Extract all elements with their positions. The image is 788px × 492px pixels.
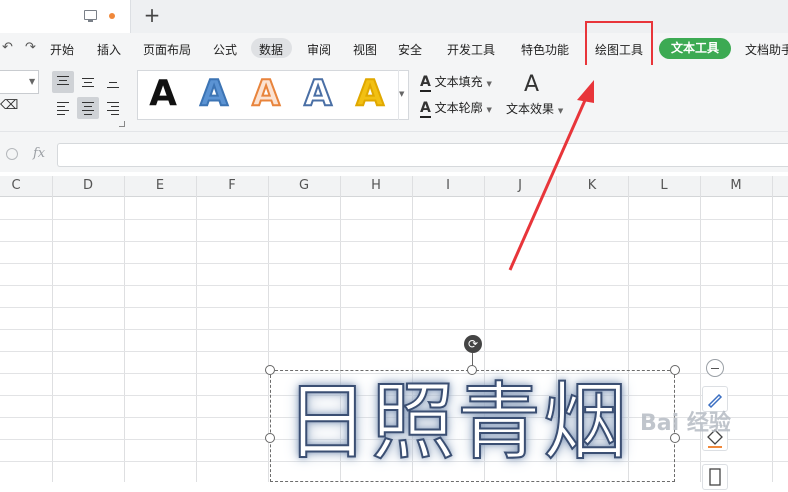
annotation-highlight-box	[585, 21, 653, 68]
text-fill-icon: A	[420, 74, 431, 92]
text-fill-label: 文本填充	[434, 75, 483, 89]
align-center-icon[interactable]	[77, 97, 99, 119]
chevron-down-icon: ▼	[486, 106, 492, 114]
formula-input[interactable]	[57, 143, 788, 167]
menu-item-page-layout[interactable]: 页面布局	[143, 41, 191, 59]
menu-item-start[interactable]: 开始	[50, 41, 74, 59]
row-gridline	[0, 241, 788, 242]
wordart-style-2[interactable]: A	[194, 73, 234, 115]
text-effect-button[interactable]: 文本效果 ▼	[506, 100, 563, 118]
align-right-icon[interactable]	[102, 97, 124, 119]
column-header[interactable]: H	[340, 176, 412, 196]
column-header[interactable]: L	[628, 176, 700, 196]
watermark-logo: Bai 经验	[640, 411, 731, 436]
align-top-icon[interactable]	[52, 71, 74, 93]
chevron-down-icon: ▼	[29, 77, 36, 86]
menu-item-insert[interactable]: 插入	[97, 41, 121, 59]
column-header[interactable]: K	[556, 176, 628, 196]
new-tab-plus-icon[interactable]: +	[143, 4, 161, 26]
rotate-icon[interactable]: ⟳	[464, 335, 482, 353]
textbox-selection-frame[interactable]	[270, 370, 675, 482]
menu-item-doc-assistant[interactable]: 文档助手	[745, 41, 788, 59]
column-header[interactable]: J	[484, 176, 556, 196]
menu-item-security[interactable]: 安全	[398, 41, 422, 59]
wordart-style-4[interactable]: A	[298, 73, 338, 115]
menu-item-view[interactable]: 视图	[353, 41, 377, 59]
shape-outline-button[interactable]	[702, 464, 728, 490]
resize-handle-top-right[interactable]	[670, 365, 680, 375]
text-effect-icon[interactable]: A	[524, 72, 539, 97]
column-header[interactable]: C	[0, 176, 52, 196]
menu-item-developer[interactable]: 开发工具	[447, 41, 495, 59]
zoom-icon[interactable]	[6, 148, 18, 160]
menu-item-formula[interactable]: 公式	[213, 41, 237, 59]
eraser-icon[interactable]: ⌫	[0, 99, 18, 112]
undo-icon[interactable]: ↶	[2, 40, 13, 55]
text-outline-label: 文本轮廓	[434, 101, 483, 115]
wordart-style-1[interactable]: A	[143, 74, 183, 114]
column-header[interactable]: G	[268, 176, 340, 196]
fx-icon[interactable]: fx	[33, 146, 45, 161]
align-bottom-icon[interactable]	[102, 71, 124, 93]
unsaved-dot-icon	[109, 13, 115, 19]
shape-outline-icon	[709, 468, 721, 486]
resize-handle-top[interactable]	[467, 365, 477, 375]
text-fill-button[interactable]: A 文本填充 ▼	[420, 73, 492, 92]
resize-handle-left[interactable]	[265, 433, 275, 443]
wordart-style-5[interactable]: A	[350, 73, 390, 115]
row-gridline	[0, 285, 788, 286]
row-gridline	[0, 219, 788, 220]
row-gridline	[0, 307, 788, 308]
menu-item-data[interactable]: 数据	[259, 41, 283, 59]
chevron-down-icon: ▼	[399, 90, 405, 98]
menu-item-text-tools[interactable]: 文本工具	[659, 38, 731, 59]
menu-item-review[interactable]: 审阅	[307, 41, 331, 59]
redo-icon[interactable]: ↷	[25, 40, 36, 55]
monitor-icon[interactable]	[84, 10, 97, 22]
chevron-down-icon: ▼	[557, 107, 564, 115]
align-left-icon[interactable]	[52, 97, 74, 119]
text-outline-button[interactable]: A 文本轮廓 ▼	[420, 99, 492, 118]
menu-item-features[interactable]: 特色功能	[521, 41, 569, 59]
column-header[interactable]: M	[700, 176, 772, 196]
chevron-down-icon: ▼	[486, 80, 492, 88]
resize-handle-top-left[interactable]	[265, 365, 275, 375]
row-gridline	[0, 263, 788, 264]
text-effect-label: 文本效果	[506, 102, 555, 116]
wordart-style-3[interactable]: A	[246, 73, 286, 115]
column-header[interactable]: F	[196, 176, 268, 196]
column-header[interactable]: D	[52, 176, 124, 196]
dialog-launcher-icon[interactable]	[119, 121, 125, 127]
minus-icon[interactable]	[706, 359, 724, 377]
align-middle-icon[interactable]	[77, 71, 99, 93]
row-gridline	[0, 329, 788, 330]
text-outline-icon: A	[420, 100, 431, 118]
column-header[interactable]: I	[412, 176, 484, 196]
column-header[interactable]: E	[124, 176, 196, 196]
row-gridline	[0, 351, 788, 352]
